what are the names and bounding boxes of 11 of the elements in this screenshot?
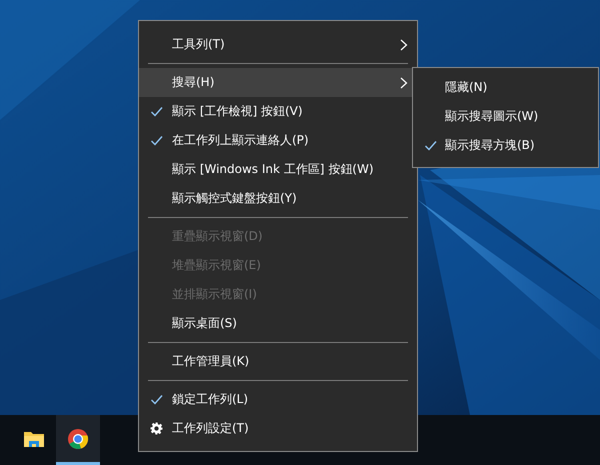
- menu-item[interactable]: 鎖定工作列(L): [139, 385, 417, 414]
- menu-item[interactable]: 顯示桌面(S): [139, 309, 417, 338]
- chevron-right-icon: [400, 77, 408, 89]
- menu-item[interactable]: 工具列(T): [139, 30, 417, 59]
- chevron-right-icon: [400, 39, 408, 51]
- settings-icon: [150, 422, 163, 435]
- browser-icon[interactable]: [67, 428, 89, 450]
- menu-item[interactable]: 顯示觸控式鍵盤按鈕(Y): [139, 184, 417, 213]
- menu-item[interactable]: 顯示搜尋圖示(W): [413, 102, 598, 131]
- menu-item[interactable]: 工作列設定(T): [139, 414, 417, 443]
- menu-item[interactable]: 工作管理員(K): [139, 347, 417, 376]
